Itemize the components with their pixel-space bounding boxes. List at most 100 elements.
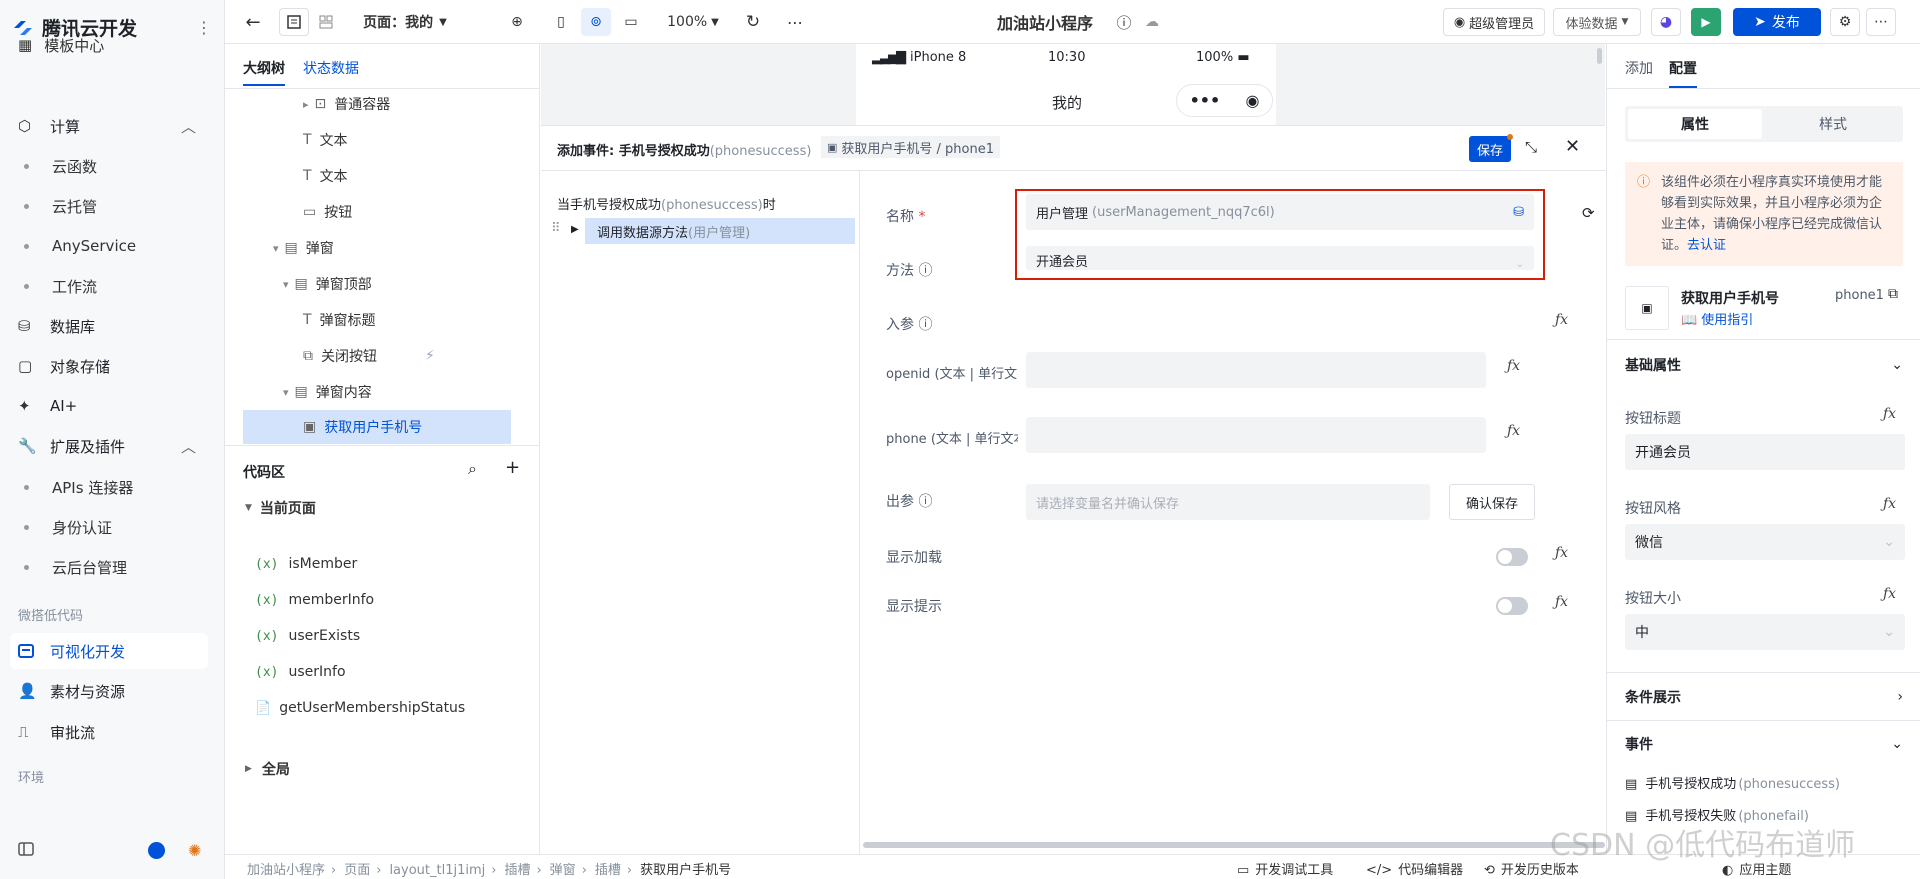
caret-down-icon[interactable]: ▾ <box>283 386 289 399</box>
nav-item[interactable]: 云后台管理 <box>10 549 208 585</box>
breadcrumb-item[interactable]: layout_tl1j1imj <box>389 863 485 878</box>
show-loading-toggle[interactable] <box>1496 548 1528 566</box>
miniprogram-icon[interactable]: ⊚ <box>581 8 611 36</box>
code-item[interactable]: (x) userExists <box>255 618 360 654</box>
breadcrumb-item[interactable]: 弹窗 <box>550 859 576 878</box>
nav-item[interactable]: ▢ 对象存储 <box>10 348 208 384</box>
event-item-success[interactable]: ▤ 手机号授权成功 (phonesuccess) <box>1625 773 1840 792</box>
fx-icon[interactable]: ƒx <box>1555 545 1568 561</box>
vertical-scrollbar[interactable] <box>1597 48 1602 64</box>
guide-link[interactable]: 📖 使用指引 <box>1681 309 1753 328</box>
nav-item[interactable]: 身份认证 <box>10 509 208 545</box>
nav-item[interactable]: 工作流 <box>10 268 208 304</box>
preview-play-icon[interactable]: ▶ <box>1691 8 1721 36</box>
mobile-icon[interactable]: ▯ <box>547 8 575 36</box>
more-vertical-icon[interactable]: ⋮ <box>196 18 212 37</box>
tab-state-data[interactable]: 状态数据 <box>303 58 359 78</box>
segment-style[interactable]: 样式 <box>1766 109 1900 139</box>
btn-style-select[interactable]: 微信 ⌄ <box>1625 524 1905 560</box>
publish-button[interactable]: ➤ 发布 <box>1733 8 1821 36</box>
nav-item[interactable]: ✦ AI+ <box>10 388 208 424</box>
settings-colorful-icon[interactable]: ✺ <box>188 841 201 860</box>
nav-item-visual-dev[interactable]: 可视化开发 <box>10 633 208 669</box>
capsule-menu[interactable]: ••• ◉ <box>1176 84 1273 117</box>
desktop-icon[interactable]: ▭ <box>617 8 645 36</box>
code-item[interactable]: (x) userInfo <box>255 654 346 690</box>
show-tip-toggle[interactable] <box>1496 597 1528 615</box>
fx-icon[interactable]: ƒx <box>1507 358 1520 374</box>
nav-item[interactable]: AnyService <box>10 228 208 264</box>
horizontal-scrollbar[interactable] <box>863 842 1605 848</box>
page-view-icon[interactable] <box>279 8 309 36</box>
component-tag[interactable]: ▣ 获取用户手机号 / phone1 <box>821 136 1001 158</box>
fx-icon[interactable]: ƒx <box>1883 496 1896 512</box>
tab-config[interactable]: 配置 <box>1669 58 1697 88</box>
tab-outline[interactable]: 大纲树 <box>243 58 285 86</box>
refresh-icon[interactable]: ↻ <box>739 8 767 36</box>
caret-down-icon[interactable]: ▾ <box>273 242 279 255</box>
tree-node[interactable]: ▾ ▤ 弹窗内容 <box>283 374 372 410</box>
event-bolt-icon[interactable]: ⚡ <box>425 348 435 364</box>
page-selector[interactable]: 页面：我的 ▼ <box>355 8 455 36</box>
breadcrumb-item[interactable]: 插槽 <box>595 859 621 878</box>
segment-props[interactable]: 属性 <box>1628 109 1762 139</box>
param-phone-input[interactable] <box>1026 417 1486 453</box>
nav-item[interactable]: 🔧 扩展及插件 ︿ <box>10 428 208 464</box>
sidebar-toggle-icon[interactable] <box>18 842 34 856</box>
info-circle-icon[interactable]: ⓘ <box>1112 8 1136 36</box>
global-group[interactable]: ▶ 全局 <box>245 751 290 787</box>
nav-item-template-center[interactable]: ▦ 模板中心 <box>10 36 208 54</box>
nav-item-approval[interactable]: ⎍ 审批流 <box>10 714 208 750</box>
more-menu-icon[interactable]: ⋯ <box>1866 8 1896 36</box>
data-mode-selector[interactable]: 体验数据 ▼ <box>1553 8 1641 36</box>
code-item[interactable]: (x) memberInfo <box>255 582 374 618</box>
caret-right-icon[interactable]: ▸ <box>303 98 309 111</box>
nav-item-assets[interactable]: 👤 素材与资源 <box>10 673 208 709</box>
layout-view-icon[interactable] <box>311 8 341 36</box>
fx-icon[interactable]: ƒx <box>1883 406 1896 422</box>
settings-gear-icon[interactable]: ⚙ <box>1830 8 1860 36</box>
role-button[interactable]: ◉ 超级管理员 <box>1443 8 1545 36</box>
current-page-group[interactable]: ▼ 当前页面 <box>245 490 316 526</box>
copy-icon[interactable]: ⧉ <box>1888 286 1898 302</box>
nav-item[interactable]: 云托管 <box>10 188 208 224</box>
caret-down-icon[interactable]: ▾ <box>283 278 289 291</box>
breadcrumb-item[interactable]: 插槽 <box>504 859 530 878</box>
search-icon[interactable]: ⌕ <box>468 459 477 479</box>
tab-add[interactable]: 添加 <box>1625 58 1653 78</box>
code-item[interactable]: 📄 getUserMembershipStatus <box>255 690 465 726</box>
zoom-selector[interactable]: 100% ▼ <box>663 8 723 36</box>
section-basic[interactable]: 基础属性 ⌄ <box>1607 339 1920 389</box>
tree-node[interactable]: ▾ ▤ 弹窗顶部 <box>283 266 372 302</box>
tree-node[interactable]: ▭ 按钮 <box>303 194 352 230</box>
breadcrumb-item[interactable]: 页面 <box>344 859 370 878</box>
output-variable-input[interactable]: 请选择变量名并确认保存 <box>1026 484 1430 520</box>
more-horizontal-icon[interactable]: ⋯ <box>781 8 809 36</box>
nav-item[interactable]: ⛁ 数据库 <box>10 308 208 344</box>
code-item[interactable]: (x) isMember <box>255 546 357 582</box>
code-editor-button[interactable]: </> 代码编辑器 <box>1366 859 1463 878</box>
ai-assistant-icon[interactable]: ◕ <box>1651 8 1681 36</box>
section-condition[interactable]: 条件展示 › <box>1607 672 1920 720</box>
tree-node[interactable]: T 文本 <box>303 122 348 158</box>
tree-node[interactable]: ▣ 获取用户手机号 <box>243 410 511 444</box>
fx-icon[interactable]: ƒx <box>1883 586 1896 602</box>
drag-handle-icon[interactable]: ⠿ <box>551 221 561 236</box>
fx-icon[interactable]: ƒx <box>1555 312 1568 328</box>
verify-link[interactable]: 去认证 <box>1687 238 1726 253</box>
close-icon[interactable]: ✕ <box>1565 136 1580 157</box>
action-item[interactable]: 调用数据源方法 (用户管理) <box>585 218 855 244</box>
breadcrumb-item[interactable]: 获取用户手机号 <box>640 859 731 878</box>
caret-right-icon[interactable]: ▶ <box>571 224 579 235</box>
debug-tools-button[interactable]: ▭ 开发调试工具 <box>1237 859 1333 878</box>
fx-icon[interactable]: ƒx <box>1507 423 1520 439</box>
param-openid-input[interactable] <box>1026 352 1486 388</box>
back-arrow-icon[interactable]: ← <box>239 8 267 36</box>
fx-icon[interactable]: ƒx <box>1555 594 1568 610</box>
user-avatar-icon[interactable] <box>148 842 165 859</box>
cloud-sync-icon[interactable]: ☁ <box>1139 8 1165 36</box>
tree-node[interactable]: ▸ ⊡ 普通容器 <box>303 86 390 122</box>
section-events[interactable]: 事件 ⌄ <box>1607 720 1920 766</box>
collapse-icon[interactable]: ⤡ <box>1525 138 1537 156</box>
confirm-save-button[interactable]: 确认保存 <box>1449 484 1535 520</box>
